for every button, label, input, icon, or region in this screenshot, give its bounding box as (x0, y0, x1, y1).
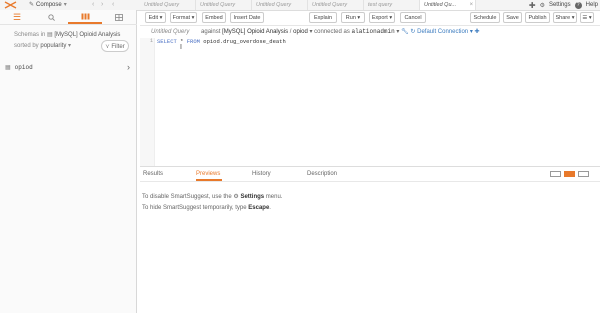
add-connection-icon[interactable]: ✚ (475, 29, 480, 35)
keyword-from: FROM (186, 38, 200, 45)
more-menu-button[interactable]: ☰ ▾ (580, 12, 594, 23)
query-tabs: Untitled Query Untitled Query Untitled Q… (140, 0, 476, 10)
editor-toolbar: Edit ▾ Format ▾ Embed Insert Date Explai… (140, 10, 600, 26)
schema-icon: ▦ (5, 64, 11, 71)
gear-icon: ⚙ (233, 194, 239, 200)
schema-datasource-link[interactable]: [MySQL] Opioid Analysis (54, 32, 120, 38)
run-button[interactable]: Run ▾ (341, 12, 365, 23)
wrench-icon[interactable]: 🔧︎ (401, 29, 409, 35)
settings-link[interactable]: Settings (240, 194, 264, 200)
insert-date-button[interactable]: Insert Date (230, 12, 264, 23)
schedule-button[interactable]: Schedule (470, 12, 500, 23)
database-icon: ▤ (47, 32, 53, 38)
query-title[interactable]: Untitled Query (151, 29, 189, 35)
smartsuggest-help: To disable SmartSuggest, use the ⚙ Setti… (142, 192, 282, 214)
table-grid-icon[interactable] (102, 10, 136, 24)
tab-history[interactable]: History (252, 167, 271, 181)
cancel-button[interactable]: Cancel (400, 12, 426, 23)
sql-editor[interactable] (140, 38, 600, 166)
connection-selector[interactable]: Default Connection (417, 29, 468, 35)
schema-list-item[interactable]: ▦ opiod › (0, 61, 136, 73)
tab-description[interactable]: Description (307, 167, 337, 181)
schema-selector[interactable]: opiod (293, 29, 308, 35)
editor-gutter (140, 38, 155, 166)
layout-full-icon[interactable] (578, 171, 589, 177)
gear-icon[interactable]: ⚙ (540, 2, 545, 9)
embed-button[interactable]: Embed (202, 12, 226, 23)
keyword-select: SELECT (157, 38, 177, 45)
chevron-down-icon[interactable]: ▾ (68, 43, 71, 49)
code-line[interactable]: SELECT * FROM opiod.drug_overdose_death (157, 38, 286, 45)
query-tab-active[interactable]: Untitled Qu... × (420, 0, 476, 10)
share-button[interactable]: Share ▾ (553, 12, 577, 23)
chevron-down-icon[interactable]: ▾ (470, 29, 473, 35)
edit-menu-button[interactable]: Edit ▾ (145, 12, 166, 23)
query-tab[interactable]: Untitled Query (308, 0, 364, 10)
query-tab[interactable]: test query (364, 0, 420, 10)
publish-button[interactable]: Publish (525, 12, 550, 23)
search-icon[interactable] (34, 10, 68, 24)
save-button[interactable]: Save (503, 12, 522, 23)
explain-button[interactable]: Explain (309, 12, 337, 23)
add-tab-icon[interactable]: ✚ (529, 1, 536, 10)
chevron-right-icon[interactable]: › (127, 61, 130, 73)
help-line-2: To hide SmartSuggest temporarily, type E… (142, 205, 271, 211)
settings-menu[interactable]: Settings (549, 2, 571, 8)
escape-key: Escape (248, 205, 270, 211)
tab-scroll-left-icon[interactable]: ‹ (112, 1, 114, 9)
schema-context: Schemas in ▤ [MySQL] Opioid Analysis (14, 32, 121, 38)
result-tabs-bar: Results Previews History Description (140, 166, 600, 182)
schema-item-label: opiod (14, 63, 33, 71)
filter-button[interactable]: ⋎ Filter (101, 40, 129, 52)
chevron-down-icon[interactable]: ▾ (396, 29, 399, 35)
compose-menu[interactable]: ✎ Compose ▾ (29, 1, 67, 9)
connection-bar: Untitled Query against [MySQL] Opioid An… (151, 28, 480, 35)
query-tab[interactable]: Untitled Query (140, 0, 196, 10)
close-tab-icon[interactable]: × (469, 0, 473, 10)
left-panel-tabs: ☰ (0, 10, 137, 25)
table-token: opiod.drug_overdose_death (203, 38, 286, 45)
sort-context: sorted by popularity ▾ (14, 43, 72, 49)
query-tab[interactable]: Untitled Query (196, 0, 252, 10)
sort-dropdown[interactable]: popularity (40, 43, 66, 49)
tab-previews[interactable]: Previews (196, 167, 222, 181)
pencil-icon: ✎ (29, 2, 35, 8)
schema-browser-tab-icon[interactable] (68, 10, 102, 24)
hamburger-icon[interactable]: ☰ (0, 10, 34, 24)
help-icon[interactable]: ? (574, 1, 582, 9)
help-menu[interactable]: Help (586, 2, 598, 8)
left-panel (0, 10, 137, 313)
tab-results[interactable]: Results (143, 167, 163, 181)
filter-icon: ⋎ (105, 44, 110, 50)
alation-logo-icon[interactable] (4, 1, 17, 9)
connected-user[interactable]: alationadmin (352, 28, 395, 35)
chevron-down-icon: ▾ (63, 2, 67, 8)
chevron-down-icon[interactable]: ▾ (309, 29, 312, 35)
datasource-selector[interactable]: [MySQL] Opioid Analysis (222, 29, 288, 35)
top-right-menu: ✚ ⚙ Settings ? Help (529, 0, 598, 10)
query-tab[interactable]: Untitled Query (252, 0, 308, 10)
format-menu-button[interactable]: Format ▾ (170, 12, 197, 23)
layout-bottom-icon[interactable] (564, 171, 575, 177)
export-button[interactable]: Export ▾ (369, 12, 395, 23)
help-line-1: To disable SmartSuggest, use the ⚙ Setti… (142, 194, 283, 200)
layout-split-icon[interactable] (550, 171, 561, 177)
refresh-icon[interactable]: ↻ (410, 29, 415, 35)
nav-forward-icon[interactable]: › (101, 1, 103, 9)
nav-back-icon[interactable]: ‹ (92, 1, 94, 9)
line-number: 1 (149, 38, 153, 44)
mouse-cursor-icon: I (180, 44, 182, 51)
compose-label: Compose (36, 2, 62, 8)
